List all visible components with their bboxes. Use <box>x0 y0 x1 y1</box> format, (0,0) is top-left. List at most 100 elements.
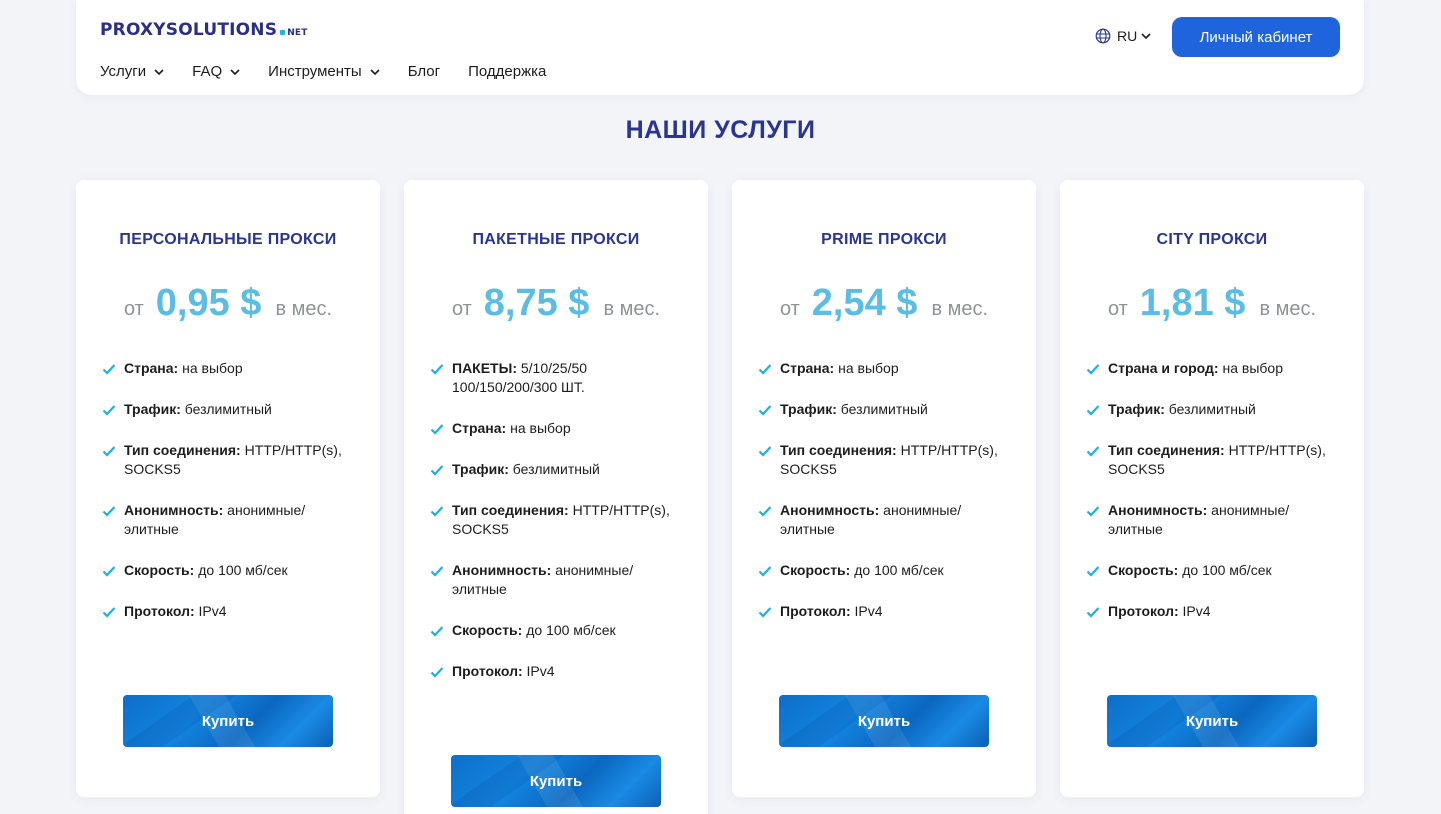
feature-item: Страна: на выбор <box>102 359 358 378</box>
check-icon <box>1086 566 1100 577</box>
feature-item: Тип соединения: HTTP/HTTP(s), SOCKS5 <box>758 441 1014 479</box>
nav-item-label: Блог <box>407 63 441 80</box>
service-card-city: CITY ПРОКСИ от 1,81 $ в мес. Страна и го… <box>1060 180 1364 797</box>
nav-item-label: Инструменты <box>268 63 362 80</box>
check-icon <box>430 465 444 476</box>
feature-item: Скорость: до 100 мб/сек <box>1086 561 1342 580</box>
feature-item: Трафик: безлимитный <box>430 460 686 479</box>
feature-item: Анонимность: анонимные/ элитные <box>430 561 686 599</box>
account-button[interactable]: Личный кабинет <box>1172 17 1340 57</box>
nav-item-blog[interactable]: Блог <box>408 63 440 80</box>
service-card-prime: PRIME ПРОКСИ от 2,54 $ в мес. Страна: на… <box>732 180 1036 797</box>
feature-item: Страна и город: на выбор <box>1086 359 1342 378</box>
feature-item: Страна: на выбор <box>758 359 1014 378</box>
feature-item: Скорость: до 100 мб/сек <box>758 561 1014 580</box>
price-amount: 1,81 $ <box>1139 282 1246 324</box>
buy-button[interactable]: Купить <box>123 695 333 747</box>
check-icon <box>102 607 116 618</box>
feature-item: Страна: на выбор <box>430 419 686 438</box>
price-prefix: от <box>1107 298 1128 320</box>
price: от 2,54 $ в мес. <box>732 282 1036 332</box>
chevron-down-icon <box>370 68 380 75</box>
logo-dot <box>280 30 286 35</box>
section-title: НАШИ УСЛУГИ <box>625 116 816 144</box>
card-title: ПАКЕТНЫЕ ПРОКСИ <box>472 231 640 248</box>
price: от 8,75 $ в мес. <box>404 282 708 332</box>
logo-text: PROXYSOLUTIONS <box>100 20 278 40</box>
feature-item: Анонимность: анонимные/ элитные <box>758 501 1014 539</box>
check-icon <box>1086 607 1100 618</box>
feature-item: Протокол: IPv4 <box>1086 602 1342 621</box>
chevron-down-icon <box>1141 33 1151 40</box>
feature-item: Тип соединения: HTTP/HTTP(s), SOCKS5 <box>430 501 686 539</box>
check-icon <box>102 566 116 577</box>
price: от 0,95 $ в мес. <box>76 282 380 332</box>
price-suffix: в мес. <box>275 298 333 320</box>
buy-button[interactable]: Купить <box>451 755 661 807</box>
card-title: CITY ПРОКСИ <box>1156 231 1268 248</box>
main-nav: Услуги FAQ Инструменты Блог Поддержка <box>100 63 574 80</box>
check-icon <box>430 364 444 375</box>
feature-list: Страна: на выбор Трафик: безлимитный Тип… <box>76 359 380 621</box>
feature-item: Трафик: безлимитный <box>102 400 358 419</box>
service-card-personal: ПЕРСОНАЛЬНЫЕ ПРОКСИ от 0,95 $ в мес. Стр… <box>76 180 380 797</box>
logo[interactable]: PROXYSOLUTIONS NET <box>100 20 308 46</box>
buy-button[interactable]: Купить <box>1107 695 1317 747</box>
check-icon <box>430 626 444 637</box>
buy-button[interactable]: Купить <box>779 695 989 747</box>
feature-item: Тип соединения: HTTP/HTTP(s), SOCKS5 <box>102 441 358 479</box>
check-icon <box>1086 446 1100 457</box>
feature-item: Протокол: IPv4 <box>758 602 1014 621</box>
card-title: ПЕРСОНАЛЬНЫЕ ПРОКСИ <box>119 231 337 248</box>
check-icon <box>102 405 116 416</box>
check-icon <box>102 506 116 517</box>
check-icon <box>1086 506 1100 517</box>
price-suffix: в мес. <box>931 298 989 320</box>
chevron-down-icon <box>230 68 240 75</box>
check-icon <box>430 506 444 517</box>
nav-item-tools[interactable]: Инструменты <box>268 63 380 80</box>
price-prefix: от <box>779 298 800 320</box>
logo-suffix: NET <box>287 28 308 38</box>
feature-item: Скорость: до 100 мб/сек <box>430 621 686 640</box>
check-icon <box>758 506 772 517</box>
feature-item: Тип соединения: HTTP/HTTP(s), SOCKS5 <box>1086 441 1342 479</box>
language-label: RU <box>1117 28 1138 44</box>
feature-item: Трафик: безлимитный <box>1086 400 1342 419</box>
feature-item: Протокол: IPv4 <box>430 662 686 681</box>
feature-item: Протокол: IPv4 <box>102 602 358 621</box>
check-icon <box>430 424 444 435</box>
nav-item-support[interactable]: Поддержка <box>468 63 546 80</box>
feature-list: ПАКЕТЫ: 5/10/25/50 100/150/200/300 ШТ. С… <box>404 359 708 681</box>
check-icon <box>430 566 444 577</box>
price-prefix: от <box>451 298 472 320</box>
price-suffix: в мес. <box>1259 298 1317 320</box>
check-icon <box>758 446 772 457</box>
language-selector[interactable]: RU <box>1095 28 1151 44</box>
globe-icon <box>1095 28 1111 44</box>
card-title: PRIME ПРОКСИ <box>821 231 947 248</box>
check-icon <box>1086 364 1100 375</box>
feature-item: Трафик: безлимитный <box>758 400 1014 419</box>
check-icon <box>758 364 772 375</box>
feature-item: Анонимность: анонимные/ элитные <box>102 501 358 539</box>
price-amount: 2,54 $ <box>811 282 918 324</box>
price-prefix: от <box>123 298 144 320</box>
feature-item: ПАКЕТЫ: 5/10/25/50 100/150/200/300 ШТ. <box>430 359 686 397</box>
check-icon <box>430 667 444 678</box>
nav-item-faq[interactable]: FAQ <box>192 63 240 80</box>
check-icon <box>758 607 772 618</box>
feature-item: Скорость: до 100 мб/сек <box>102 561 358 580</box>
nav-item-services[interactable]: Услуги <box>100 63 164 80</box>
check-icon <box>1086 405 1100 416</box>
feature-list: Страна и город: на выбор Трафик: безлими… <box>1060 359 1364 621</box>
price-suffix: в мес. <box>603 298 661 320</box>
feature-item: Анонимность: анонимные/ элитные <box>1086 501 1342 539</box>
price: от 1,81 $ в мес. <box>1060 282 1364 332</box>
nav-item-label: FAQ <box>192 63 223 80</box>
price-amount: 8,75 $ <box>483 282 590 324</box>
check-icon <box>758 566 772 577</box>
check-icon <box>102 446 116 457</box>
feature-list: Страна: на выбор Трафик: безлимитный Тип… <box>732 359 1036 621</box>
nav-item-label: Поддержка <box>468 63 547 80</box>
